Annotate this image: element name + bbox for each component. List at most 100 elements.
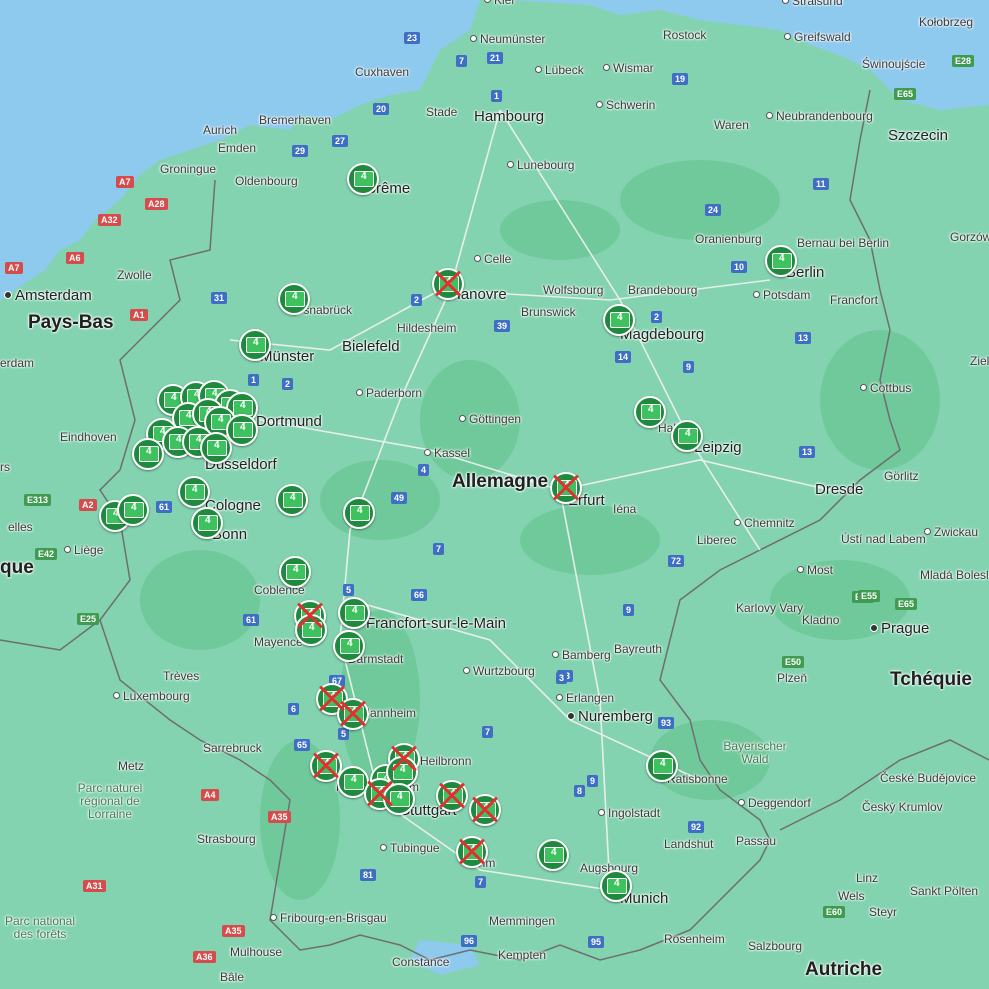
city-label: Ziel — [970, 354, 989, 368]
city-label: České Budějovice — [880, 771, 977, 785]
city-label: Brunswick — [521, 305, 576, 319]
road-shield: 9 — [587, 775, 599, 787]
road-shield: 9 — [623, 604, 635, 616]
city-label: Göttingen — [459, 412, 521, 426]
road-shield: 4 — [418, 464, 430, 476]
zone-mainz-2-marker[interactable] — [338, 597, 370, 629]
road-shield: A1 — [130, 309, 148, 321]
zone-mannheim-1-marker[interactable] — [316, 683, 348, 715]
environmental-badge-icon — [557, 480, 577, 496]
map-canvas[interactable]: Allemagne Pays-Bas Tchéquie Autriche que Hamb… — [0, 0, 989, 989]
city-label: Stade — [426, 105, 458, 119]
city-label: Zwickau — [924, 525, 978, 539]
road-shield: 5 — [343, 584, 355, 596]
environmental-badge-icon — [350, 505, 370, 521]
zone-osnabruck-marker[interactable] — [278, 283, 310, 315]
city-label: Celle — [474, 252, 511, 266]
road-shield: 61 — [156, 501, 173, 513]
zone-berlin-marker[interactable] — [765, 245, 797, 277]
zone-magdeburg-marker[interactable] — [603, 304, 635, 336]
zone-marburg-marker[interactable] — [343, 497, 375, 529]
road-shield: A28 — [145, 198, 168, 210]
zone-munich-marker[interactable] — [600, 870, 632, 902]
zone-mannheim-2-marker[interactable] — [337, 698, 369, 730]
city-label: Aurich — [203, 123, 238, 137]
city-label: Kladno — [802, 613, 840, 627]
city-label: Stralsund — [782, 0, 843, 8]
city-label: Neubrandenbourg — [766, 109, 873, 123]
road-shield: E50 — [782, 656, 805, 668]
environmental-badge-icon — [233, 422, 253, 438]
environmental-badge-icon — [439, 276, 459, 292]
city-label: Schwerin — [596, 98, 655, 112]
zone-schwab-gmund-marker[interactable] — [436, 780, 468, 812]
city-label: Gorzów Wielko — [950, 230, 989, 244]
environmental-badge-icon — [678, 428, 698, 444]
road-shield: 2 — [411, 294, 423, 306]
zone-bonn-marker[interactable] — [191, 507, 223, 539]
zone-erfurt-marker[interactable] — [550, 472, 582, 504]
city-label: Greifswald — [784, 30, 851, 44]
zone-augsburg-marker[interactable] — [537, 839, 569, 871]
zone-ulm-marker[interactable] — [456, 836, 488, 868]
zone-aachen-2-marker[interactable] — [117, 494, 149, 526]
road-shield: 72 — [668, 555, 685, 567]
road-shield: E25 — [77, 613, 100, 625]
zone-aalen-marker[interactable] — [469, 794, 501, 826]
city-label: Oldenbourg — [235, 174, 298, 188]
road-shield: A32 — [98, 214, 121, 226]
city-label: Mayence — [254, 635, 303, 649]
environmental-badge-icon — [207, 440, 227, 456]
road-shield: E65 — [894, 88, 917, 100]
city-label: Deggendorf — [738, 796, 811, 810]
zone-bremen-marker[interactable] — [347, 163, 379, 195]
region-label: Bayerischer Wald — [723, 739, 787, 766]
road-shield: A35 — [222, 925, 245, 937]
environmental-badge-icon — [607, 878, 627, 894]
zone-siegen-marker[interactable] — [276, 484, 308, 516]
country-label: Pays-Bas — [28, 312, 114, 333]
road-shield: 27 — [332, 135, 349, 147]
zone-hanover-marker[interactable] — [432, 268, 464, 300]
city-label: Steyr — [869, 905, 898, 919]
city-label: Mladá Boleslav — [920, 568, 989, 582]
city-label: Memmingen — [489, 914, 556, 928]
road-shield: 23 — [404, 32, 421, 44]
city-label: Sankt Pölten — [910, 884, 979, 898]
road-shield: 1 — [491, 90, 503, 102]
environmental-badge-icon — [390, 791, 410, 807]
environmental-badge-icon — [283, 492, 303, 508]
road-shield: E65 — [895, 598, 918, 610]
environmental-badge-icon — [345, 605, 365, 621]
road-shield: 29 — [292, 145, 309, 157]
zone-halle-marker[interactable] — [634, 396, 666, 428]
region-label: Parc national des forêts — [4, 914, 76, 941]
environmental-badge-icon — [476, 802, 496, 818]
zone-leipzig-marker[interactable] — [671, 420, 703, 452]
city-label: Potsdam — [753, 288, 810, 302]
major-city-label: Hambourg — [474, 108, 545, 125]
zone-frankfurt-marker[interactable] — [333, 630, 365, 662]
zone-karlsruhe-marker[interactable] — [310, 750, 342, 782]
road-shield: A7 — [5, 262, 23, 274]
road-shield: 8 — [574, 785, 586, 797]
road-shield: 5 — [338, 728, 350, 740]
zone-ruhr-14-marker[interactable] — [132, 438, 164, 470]
city-label: Świnoujście — [862, 57, 926, 71]
environmental-badge-icon — [653, 758, 673, 774]
zone-ruhr-13-marker[interactable] — [226, 414, 258, 446]
environmental-badge-icon — [317, 758, 337, 774]
city-label: Bayreuth — [614, 642, 663, 656]
city-label: Liège — [64, 543, 103, 557]
city-label: Sarrebruck — [203, 741, 262, 755]
zone-cologne-marker[interactable] — [178, 476, 210, 508]
city-label: Rostock — [663, 28, 707, 42]
road-shield: 31 — [211, 292, 228, 304]
major-city-label: Magdebourg — [620, 326, 705, 343]
city-label: Liberec — [697, 533, 737, 547]
major-city-label: Bielefeld — [342, 338, 400, 355]
zone-regensburg-marker[interactable] — [646, 750, 678, 782]
city-label: rs — [0, 460, 10, 474]
zone-koblenz-marker[interactable] — [279, 556, 311, 588]
zone-munster-marker[interactable] — [239, 329, 271, 361]
